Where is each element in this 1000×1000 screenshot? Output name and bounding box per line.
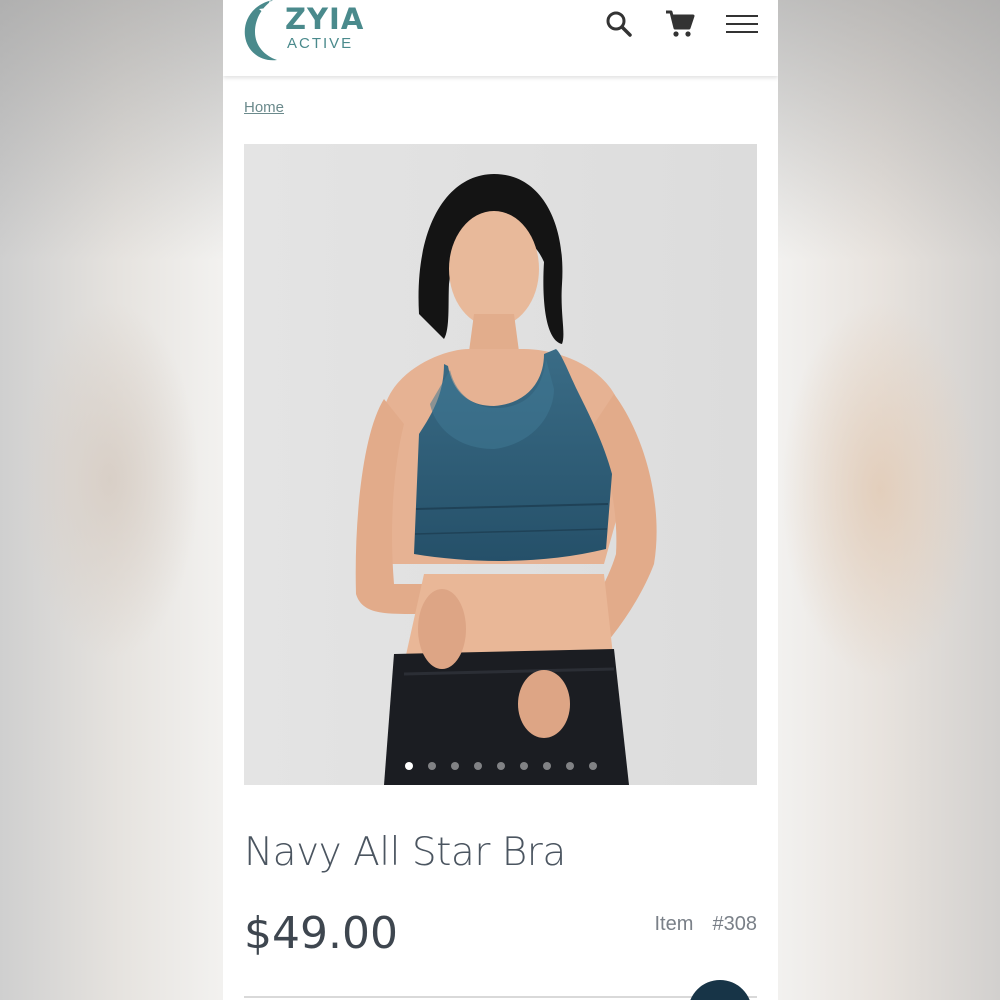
- carousel-dot[interactable]: [450, 762, 459, 770]
- logo-mark-icon: [244, 0, 281, 61]
- logo-tagline: ACTIVE: [287, 35, 354, 52]
- brand-logo[interactable]: ZYIA ACTIVE: [243, 0, 373, 64]
- product-title: Navy All Star Bra: [244, 830, 566, 875]
- product-image-carousel[interactable]: [244, 144, 757, 785]
- breadcrumb-home-link[interactable]: Home: [244, 99, 284, 116]
- site-header: ZYIA ACTIVE: [223, 0, 778, 76]
- item-number: Item #308: [654, 913, 757, 936]
- carousel-dots: [244, 762, 757, 770]
- carousel-dot[interactable]: [542, 762, 551, 770]
- logo-wordmark: ZYIA: [285, 2, 365, 36]
- carousel-dot[interactable]: [519, 762, 528, 770]
- background-blur-left: [20, 300, 200, 660]
- cart-icon[interactable]: [664, 8, 696, 40]
- carousel-dot[interactable]: [588, 762, 597, 770]
- carousel-dot[interactable]: [404, 762, 413, 770]
- product-page: ZYIA ACTIVE Home Navy All Star Bra $49.0…: [223, 0, 778, 1000]
- item-label: Item: [654, 913, 694, 935]
- carousel-dot[interactable]: [565, 762, 574, 770]
- divider: [244, 996, 757, 998]
- search-icon[interactable]: [603, 8, 635, 40]
- background-blur-right: [780, 300, 980, 680]
- product-photo: [244, 144, 757, 785]
- floating-action-button[interactable]: [688, 980, 752, 1000]
- carousel-dot[interactable]: [496, 762, 505, 770]
- carousel-dot[interactable]: [473, 762, 482, 770]
- carousel-dot[interactable]: [427, 762, 436, 770]
- menu-icon[interactable]: [725, 8, 759, 40]
- product-price: $49.00: [244, 908, 398, 959]
- item-number-value: #308: [712, 913, 758, 935]
